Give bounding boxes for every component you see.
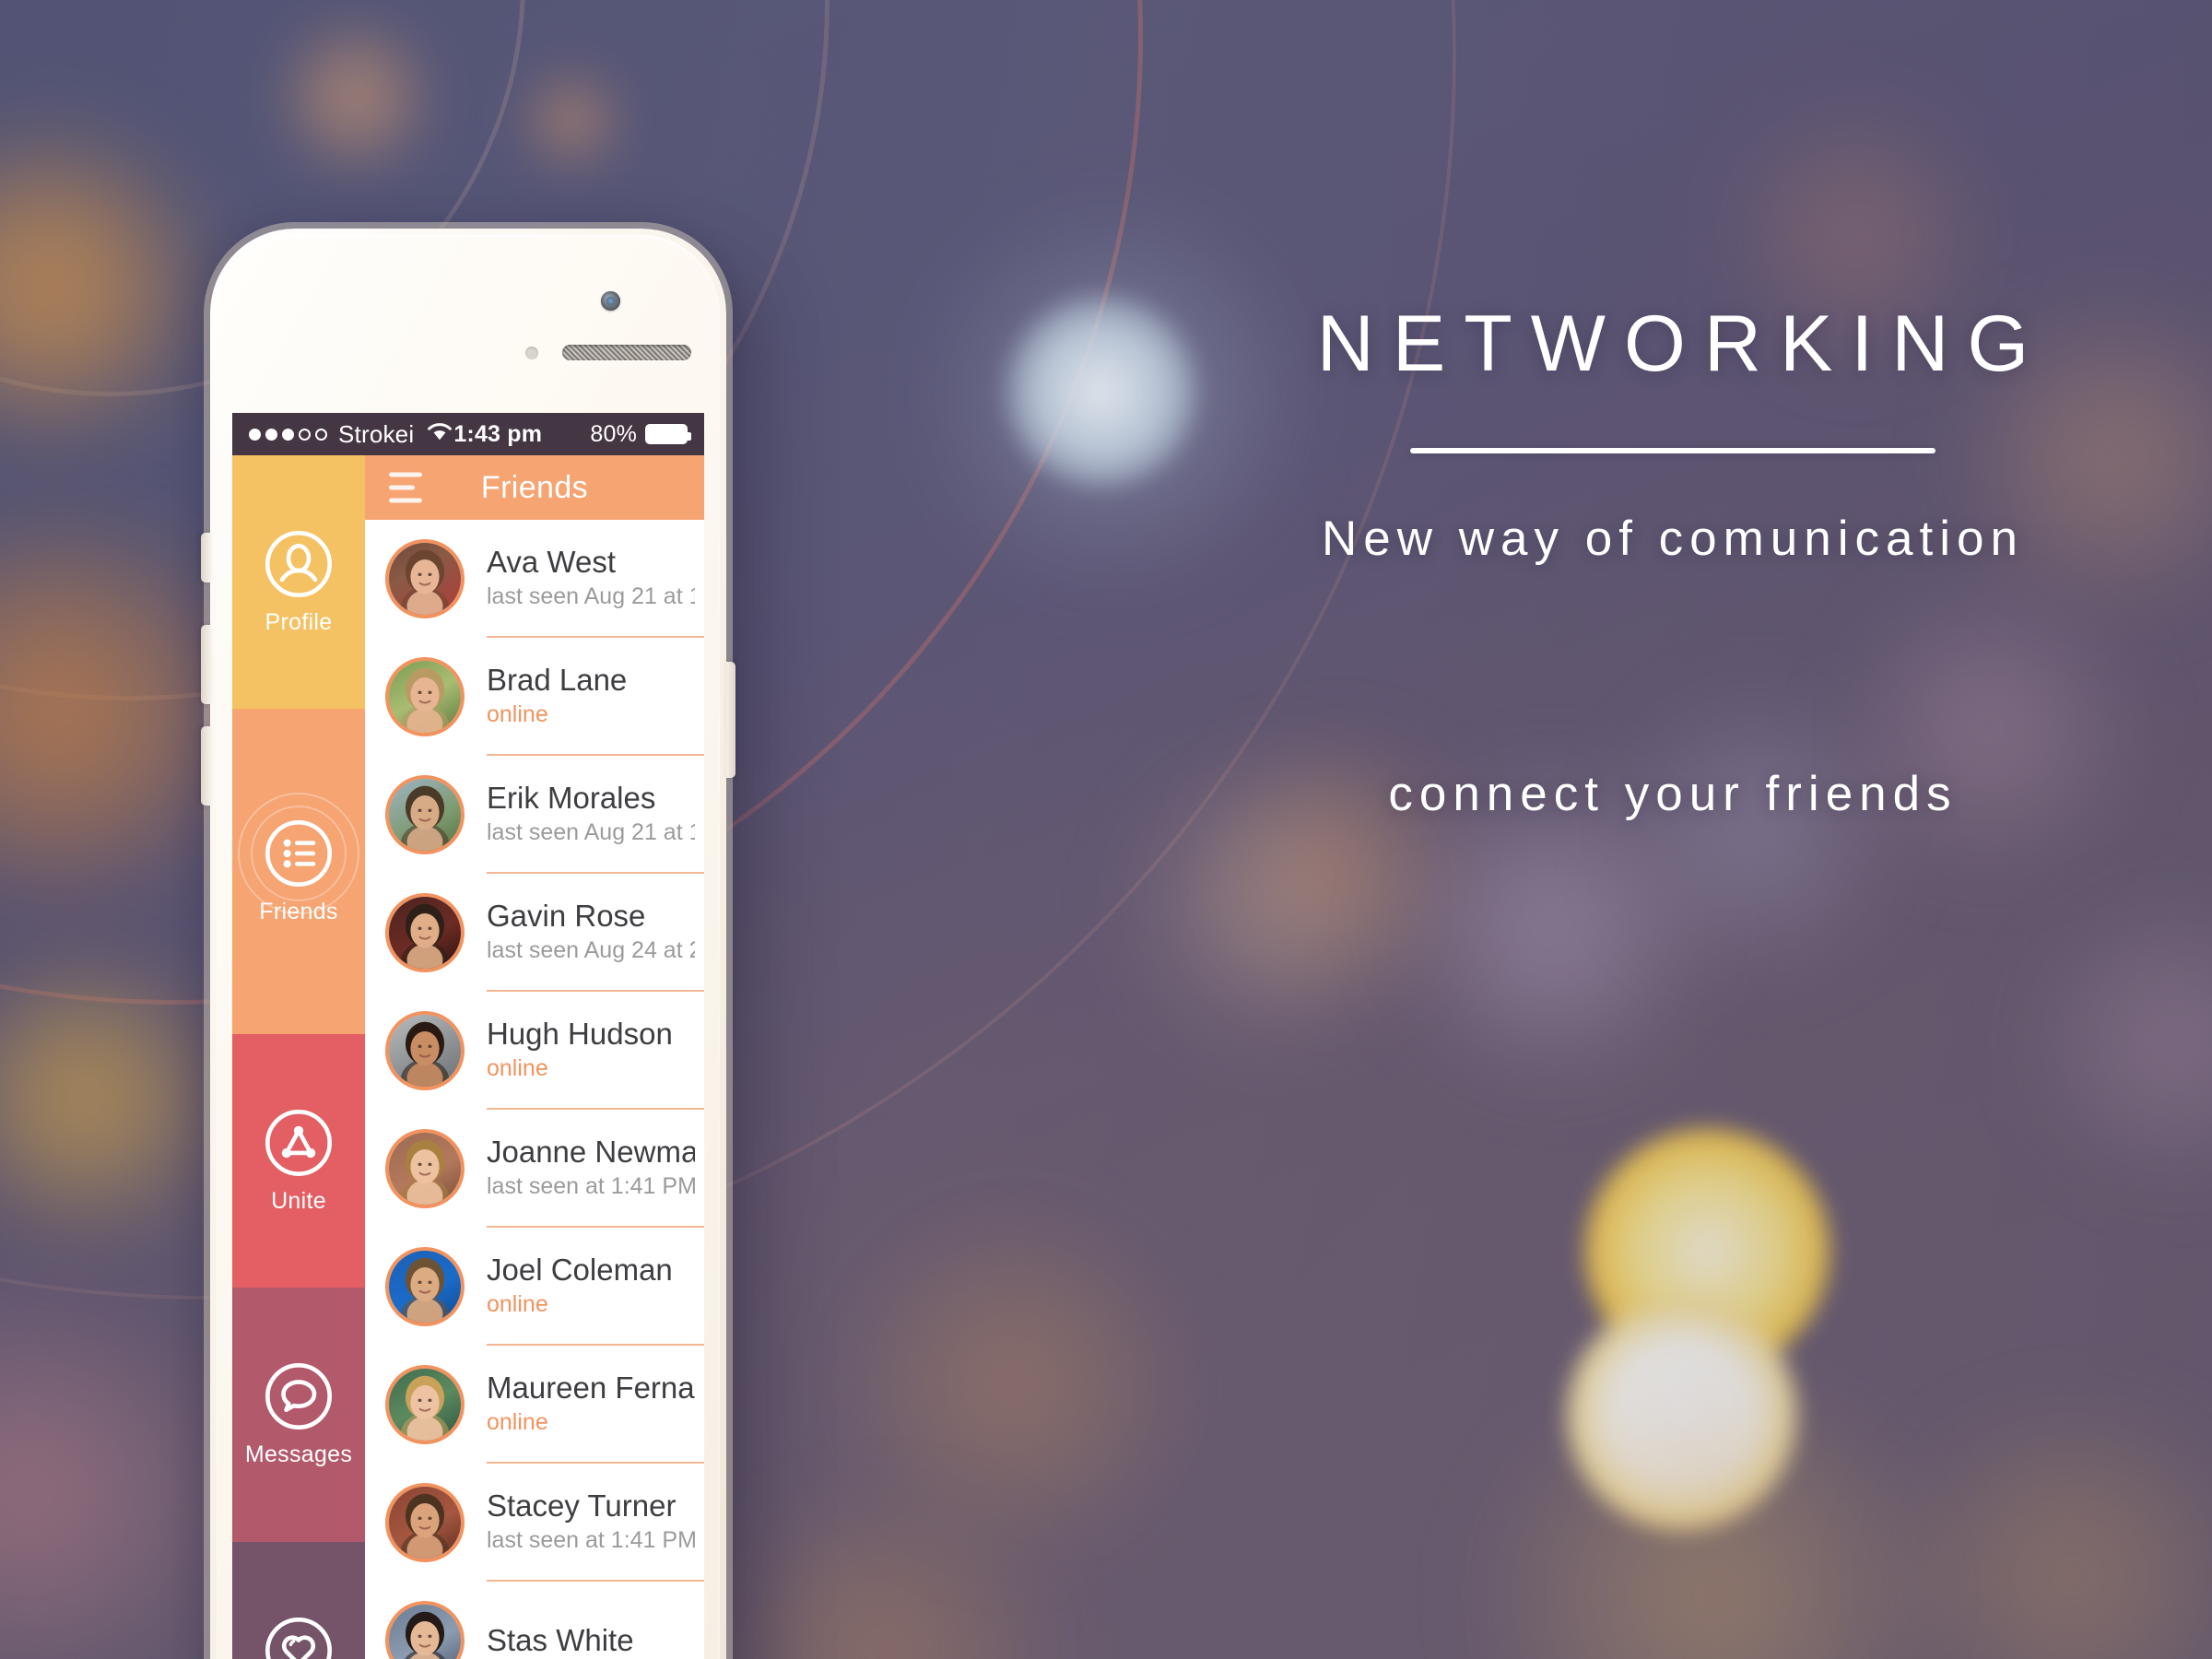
status-bar: Strokei 1:43 pm 80% [232, 413, 704, 455]
friend-meta: Joanne Newman last seen at 1:41 PM [487, 1110, 704, 1228]
iphone-mockup: Strokei 1:43 pm 80% Profile Friends Unit… [201, 229, 735, 1659]
heart-circle-icon [263, 1615, 335, 1659]
friend-meta: Hugh Hudson online [487, 992, 704, 1110]
battery-icon [645, 424, 691, 444]
friend-meta: Joel Coleman online [487, 1228, 704, 1346]
silent-switch[interactable] [201, 533, 210, 582]
sidebar-item-favorites[interactable]: Favorites [232, 1541, 365, 1659]
earpiece-speaker-icon [562, 345, 691, 360]
sidebar-item-unite[interactable]: Unite [232, 1033, 365, 1288]
main-panel: Friends Ava West last seen Aug 21 at 1:40… [365, 455, 704, 1659]
friend-list-item[interactable]: Stacey Turner last seen at 1:41 PM [365, 1464, 704, 1582]
avatar [385, 1601, 465, 1659]
friend-meta: Stacey Turner last seen at 1:41 PM [487, 1464, 704, 1582]
friend-status-lastseen: last seen Aug 24 at 2:40 PM [487, 937, 695, 964]
friend-name: Hugh Hudson [487, 1017, 673, 1051]
marketing-subtitle-1: New way of comunication [1322, 512, 2024, 566]
avatar [385, 893, 465, 972]
avatar [385, 1129, 465, 1208]
friend-meta: Maureen Ferna online [487, 1346, 704, 1464]
sidebar-nav: Profile Friends Unite Messages Favorites [232, 455, 365, 1659]
clock-label: 1:43 pm [453, 420, 543, 447]
hamburger-menu-icon[interactable] [389, 472, 422, 503]
volume-up-button[interactable] [201, 625, 210, 704]
friend-name: Joanne Newman [487, 1135, 695, 1169]
volume-down-button[interactable] [201, 726, 210, 806]
person-circle-icon [263, 528, 335, 600]
friend-meta: Ava West last seen Aug 21 at 1:40 AM [487, 520, 704, 638]
sidebar-item-profile[interactable]: Profile [232, 455, 365, 710]
marketing-copy: NETWORKING New way of comunication conne… [1207, 304, 2138, 822]
nav-bar: Friends [365, 455, 704, 520]
friend-status-online: online [487, 1409, 548, 1436]
friends-list[interactable]: Ava West last seen Aug 21 at 1:40 AM Brad … [365, 520, 704, 1659]
friend-list-item[interactable]: Erik Morales last seen Aug 21 at 1:40 AM [365, 756, 704, 874]
app-body: Profile Friends Unite Messages Favorites Fri… [232, 455, 704, 1659]
power-button[interactable] [726, 662, 735, 778]
friend-status-online: online [487, 1291, 548, 1318]
marketing-title: NETWORKING [1316, 300, 2048, 388]
avatar [385, 657, 465, 736]
friend-status-online: online [487, 701, 548, 728]
friend-status-lastseen: last seen Aug 21 at 1:40 AM [487, 819, 695, 846]
list-circle-icon [238, 793, 359, 915]
marketing-divider [1410, 448, 1936, 453]
sidebar-item-friends[interactable]: Friends [232, 709, 365, 1034]
sidebar-item-label: Messages [244, 1441, 353, 1468]
friend-name: Stacey Turner [487, 1488, 677, 1523]
friend-meta: Gavin Rose last seen Aug 24 at 2:40 PM [487, 874, 704, 992]
friend-list-item[interactable]: Ava West last seen Aug 21 at 1:40 AM [365, 520, 704, 638]
avatar [385, 539, 465, 618]
sidebar-item-label: Profile [265, 609, 333, 636]
signal-strength-icon [249, 428, 327, 441]
friend-list-item[interactable]: Stas White [365, 1582, 704, 1659]
friend-list-item[interactable]: Joanne Newman last seen at 1:41 PM [365, 1110, 704, 1228]
friend-name: Maureen Ferna [487, 1371, 695, 1405]
active-ring [238, 793, 359, 915]
marketing-subtitle-2: connect your friends [1388, 767, 1958, 821]
sidebar-item-label: Unite [271, 1188, 326, 1215]
friend-meta: Erik Morales last seen Aug 21 at 1:40 AM [487, 756, 704, 874]
network-circle-icon [263, 1107, 335, 1179]
carrier-label: Strokei [338, 419, 415, 448]
friend-list-item[interactable]: Hugh Hudson online [365, 992, 704, 1110]
friend-list-item[interactable]: Joel Coleman online [365, 1228, 704, 1346]
friend-list-item[interactable]: Maureen Ferna online [365, 1346, 704, 1464]
avatar [385, 1483, 465, 1562]
avatar [385, 775, 465, 854]
chat-bubble-circle-icon [263, 1360, 335, 1432]
friend-name: Brad Lane [487, 663, 628, 697]
status-bar-right: 80% [542, 420, 691, 448]
front-camera-icon [601, 291, 620, 311]
avatar [385, 1365, 465, 1444]
friend-name: Gavin Rose [487, 899, 646, 933]
friend-list-item[interactable]: Gavin Rose last seen Aug 24 at 2:40 PM [365, 874, 704, 992]
friend-status-lastseen: last seen at 1:41 PM [487, 1173, 695, 1200]
friend-list-item[interactable]: Brad Lane online [365, 638, 704, 756]
avatar [385, 1247, 465, 1326]
proximity-sensor-icon [525, 347, 538, 359]
friend-meta: Stas White [487, 1582, 704, 1659]
friend-status-lastseen: last seen Aug 21 at 1:40 AM [487, 583, 695, 610]
wifi-icon [426, 420, 453, 449]
poster-canvas: NETWORKING New way of comunication conne… [0, 0, 2212, 1659]
friend-status-online: online [487, 1055, 548, 1082]
friend-status-lastseen: last seen at 1:41 PM [487, 1527, 695, 1554]
phone-screen: Strokei 1:43 pm 80% Profile Friends Unit… [232, 413, 704, 1659]
friend-name: Joel Coleman [487, 1253, 673, 1287]
avatar [385, 1011, 465, 1090]
status-bar-left: Strokei [249, 420, 453, 449]
friend-name: Ava West [487, 545, 617, 579]
friend-name: Stas White [487, 1623, 634, 1657]
sidebar-item-messages[interactable]: Messages [232, 1288, 365, 1542]
battery-percent-label: 80% [590, 420, 637, 447]
friend-meta: Brad Lane online [487, 638, 704, 756]
friend-name: Erik Morales [487, 781, 656, 815]
